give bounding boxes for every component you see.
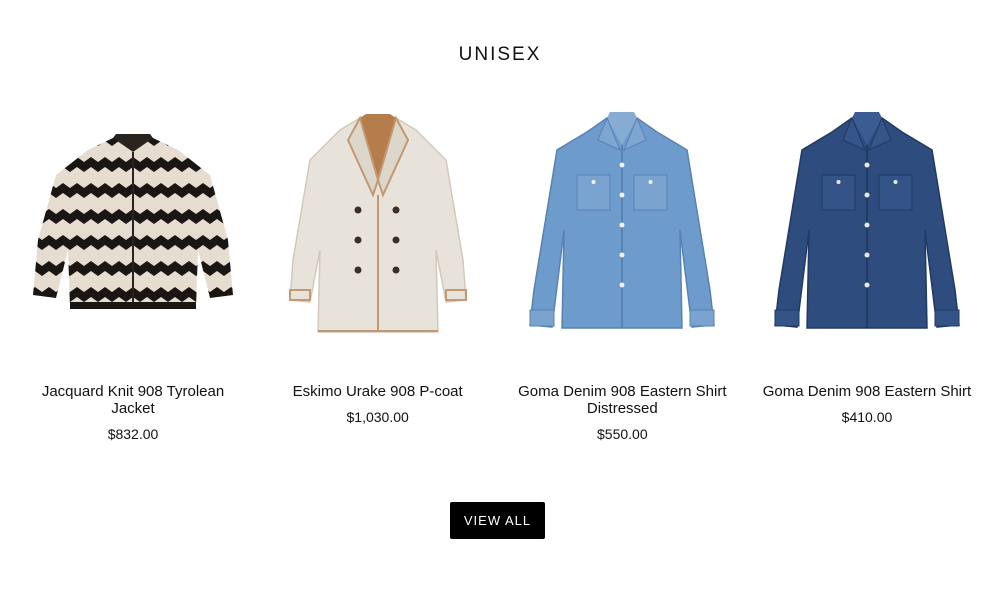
product-name[interactable]: Eskimo Urake 908 P-coat <box>268 383 488 400</box>
product-image-peacoat[interactable] <box>257 85 499 365</box>
product-grid: Jacquard Knit 908 Tyrolean Jacket $832.0… <box>12 85 988 465</box>
product-price: $550.00 <box>597 426 648 442</box>
product-card[interactable]: Goma Denim 908 Eastern Shirt Distressed … <box>501 85 743 465</box>
product-name[interactable]: Jacquard Knit 908 Tyrolean Jacket <box>23 383 243 417</box>
product-card[interactable]: Eskimo Urake 908 P-coat $1,030.00 <box>257 85 499 465</box>
section-title: UNISEX <box>458 44 542 65</box>
product-price: $832.00 <box>107 426 159 442</box>
product-image-zigzag-jacket[interactable] <box>12 85 254 365</box>
product-image-light-denim-shirt[interactable] <box>501 85 743 365</box>
product-section: UNISEX Jacquard Knit 908 Tyrolean Jacket… <box>0 0 1000 600</box>
zigzag-jacket-image <box>33 134 233 309</box>
light-denim-shirt-image <box>529 112 716 329</box>
product-card[interactable]: Goma Denim 908 Eastern Shirt $410.00 <box>746 85 988 465</box>
cream-peacoat-image <box>288 114 467 333</box>
product-price: $410.00 <box>841 409 893 425</box>
product-name[interactable]: Goma Denim 908 Eastern Shirt Distressed <box>512 383 732 417</box>
view-all-button[interactable]: VIEW ALL <box>450 502 545 539</box>
product-card[interactable]: Jacquard Knit 908 Tyrolean Jacket $832.0… <box>12 85 254 465</box>
product-image-dark-denim-shirt[interactable] <box>746 85 988 365</box>
dark-denim-shirt-image <box>774 112 960 329</box>
product-price: $1,030.00 <box>346 409 409 425</box>
product-name[interactable]: Goma Denim 908 Eastern Shirt <box>757 383 977 400</box>
